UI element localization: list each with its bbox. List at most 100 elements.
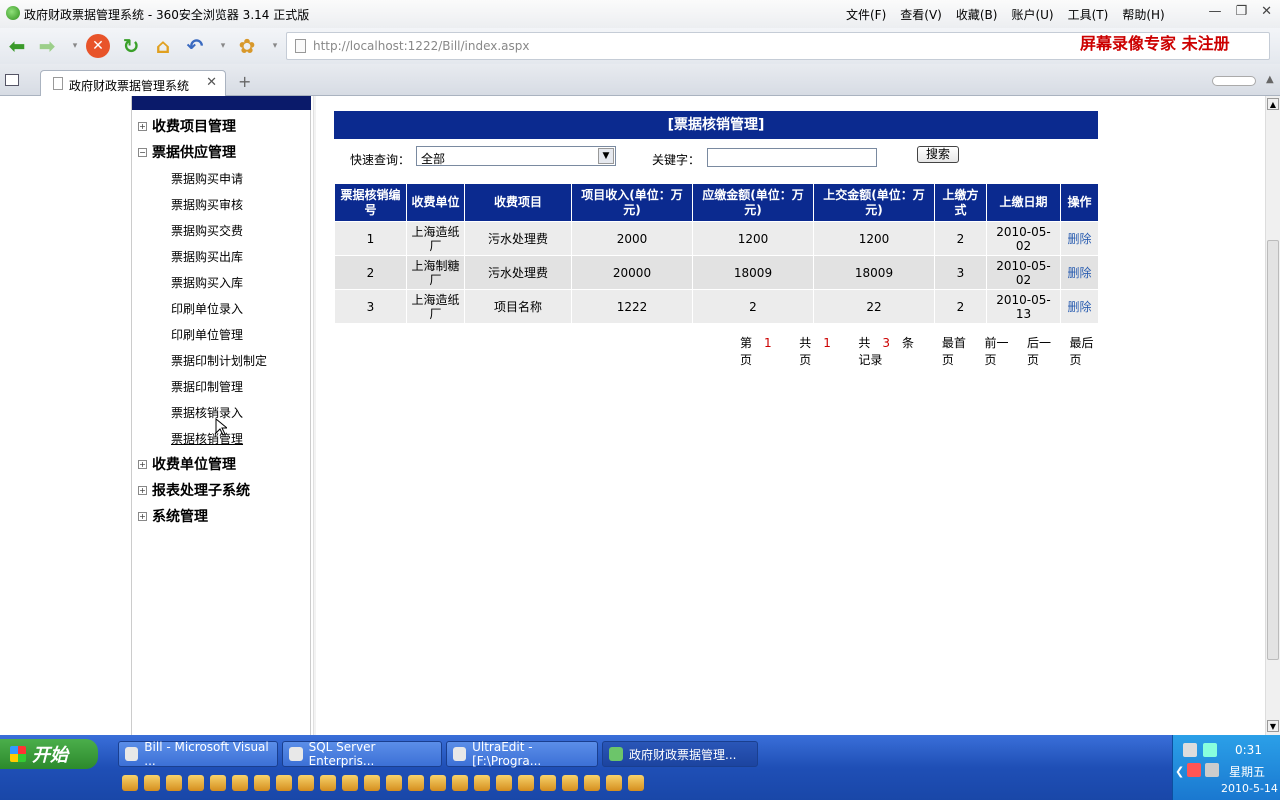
nav-item-purchase-review[interactable]: 票据购买审核 (171, 196, 243, 213)
col-header: 操作 (1060, 183, 1099, 222)
nav-item-purchase-out[interactable]: 票据购买出库 (171, 248, 243, 265)
minimize-icon[interactable]: — (1208, 4, 1221, 19)
table-row: 3 上海造纸厂 项目名称 1222 2 22 2 2010-05-13 删除 (334, 289, 1099, 324)
first-page-link[interactable]: 最首页 (942, 334, 973, 368)
close-tab-icon[interactable]: ✕ (206, 75, 217, 90)
quicklaunch-icon[interactable] (320, 775, 336, 791)
quick-search-select[interactable]: 全部 ▼ (416, 146, 616, 166)
quicklaunch-icon[interactable] (452, 775, 468, 791)
quicklaunch-icon[interactable] (540, 775, 556, 791)
tab-label: 政府财政票据管理系统 (69, 79, 190, 93)
paw-dropdown-icon[interactable]: ▾ (262, 33, 288, 59)
scroll-up-icon[interactable]: ▲ (1267, 98, 1279, 110)
nav-item-writeoff-manage[interactable]: 票据核销管理 (171, 430, 243, 447)
quicklaunch-icon[interactable] (210, 775, 226, 791)
quicklaunch-icon[interactable] (342, 775, 358, 791)
maximize-icon[interactable]: ❐ (1235, 4, 1247, 19)
quicklaunch-icon[interactable] (254, 775, 270, 791)
back-icon[interactable]: ⬅ (4, 33, 30, 59)
home-icon[interactable]: ⌂ (150, 33, 176, 59)
prev-page-link[interactable]: 前一页 (984, 334, 1015, 368)
next-page-link[interactable]: 后一页 (1027, 334, 1058, 368)
nav-item-purchase-pay[interactable]: 票据购买交费 (171, 222, 243, 239)
menu-account[interactable]: 账户(U) (1011, 6, 1053, 23)
sidebar-toggle-icon[interactable] (5, 74, 19, 86)
tab-scroll-icon[interactable]: ▲ (1266, 74, 1274, 85)
start-button[interactable]: 开始 (0, 739, 98, 769)
network-icon[interactable] (1183, 743, 1197, 757)
quicklaunch-icon[interactable] (474, 775, 490, 791)
keyword-input[interactable] (707, 148, 877, 167)
nav-item-print-plan[interactable]: 票据印制计划制定 (171, 352, 267, 369)
quicklaunch-icon[interactable] (628, 775, 644, 791)
nav-group-reports[interactable]: + 报表处理子系统 (138, 480, 250, 500)
nav-item-printer-manage[interactable]: 印刷单位管理 (171, 326, 243, 343)
clock-weekday: 星期五 (1229, 765, 1266, 779)
menu-view[interactable]: 查看(V) (900, 6, 942, 23)
quicklaunch-icon[interactable] (606, 775, 622, 791)
refresh-icon[interactable]: ↻ (118, 33, 144, 59)
nav-group-bill-supply[interactable]: − 票据供应管理 (138, 142, 236, 162)
quicklaunch-icon[interactable] (584, 775, 600, 791)
tray-app-icon[interactable] (1205, 763, 1219, 777)
menu-tools[interactable]: 工具(T) (1068, 6, 1109, 23)
quicklaunch-icon[interactable] (364, 775, 380, 791)
scroll-down-icon[interactable]: ▼ (1267, 720, 1279, 732)
clock-time[interactable]: 0:31 (1235, 743, 1262, 757)
stop-icon[interactable]: ✕ (86, 34, 110, 58)
close-window-icon[interactable]: ✕ (1261, 4, 1272, 19)
delete-link[interactable]: 删除 (1067, 300, 1091, 314)
task-visual-studio[interactable]: Bill - Microsoft Visual ... (118, 740, 278, 768)
undo-dropdown-icon[interactable]: ▾ (210, 33, 236, 59)
nav-group-fee-units[interactable]: + 收费单位管理 (138, 454, 236, 474)
quicklaunch-icon[interactable] (518, 775, 534, 791)
quicklaunch-icon[interactable] (386, 775, 402, 791)
nav-item-print-manage[interactable]: 票据印制管理 (171, 378, 243, 395)
quicklaunch-icon[interactable] (166, 775, 182, 791)
delete-link[interactable]: 删除 (1067, 232, 1091, 246)
quicklaunch-icon[interactable] (144, 775, 160, 791)
menu-file[interactable]: 文件(F) (846, 6, 886, 23)
menu-favorites[interactable]: 收藏(B) (956, 6, 998, 23)
quicklaunch-icon[interactable] (562, 775, 578, 791)
volume-icon[interactable] (1203, 743, 1217, 757)
task-browser[interactable]: 政府财政票据管理... (602, 741, 758, 767)
vertical-scrollbar[interactable]: ▲ ▼ (1265, 96, 1280, 735)
quicklaunch-icon[interactable] (408, 775, 424, 791)
quicklaunch-icon[interactable] (122, 775, 138, 791)
quicklaunch-icon[interactable] (276, 775, 292, 791)
last-page-link[interactable]: 最后页 (1070, 334, 1101, 368)
tab-scroll-handle[interactable] (1212, 76, 1256, 86)
tray-app-icon[interactable] (1187, 763, 1201, 777)
window-controls: — ❐ ✕ (1208, 4, 1272, 19)
new-tab-icon[interactable]: + (238, 72, 251, 91)
history-dropdown-icon[interactable]: ▾ (62, 33, 88, 59)
chevron-down-icon[interactable]: ▼ (598, 148, 614, 164)
search-button[interactable]: 搜索 (917, 146, 959, 163)
nav-group-fee-items[interactable]: + 收费项目管理 (138, 116, 236, 136)
cell-due: 18009 (692, 255, 814, 290)
nav-group-system[interactable]: + 系统管理 (138, 506, 208, 526)
page-icon (295, 39, 306, 53)
quicklaunch-icon[interactable] (298, 775, 314, 791)
tab-main[interactable]: 政府财政票据管理系统 ✕ (40, 70, 226, 96)
undo-close-icon[interactable]: ↶ (182, 33, 208, 59)
paw-icon[interactable]: ✿ (234, 33, 260, 59)
scroll-thumb[interactable] (1267, 240, 1279, 660)
delete-link[interactable]: 删除 (1067, 266, 1091, 280)
forward-icon[interactable]: ➡ (34, 33, 60, 59)
cell-method: 2 (934, 221, 987, 256)
quicklaunch-icon[interactable] (430, 775, 446, 791)
nav-item-purchase-in[interactable]: 票据购买入库 (171, 274, 243, 291)
task-ultraedit[interactable]: UltraEdit - [F:\Progra... (446, 740, 598, 768)
tray-expand-icon[interactable]: ❮ (1175, 765, 1184, 778)
quicklaunch-icon[interactable] (188, 775, 204, 791)
quicklaunch-icon[interactable] (232, 775, 248, 791)
frame-divider[interactable] (313, 96, 316, 735)
menu-help[interactable]: 帮助(H) (1122, 6, 1164, 23)
nav-item-purchase-apply[interactable]: 票据购买申请 (171, 170, 243, 187)
quicklaunch-icon[interactable] (496, 775, 512, 791)
nav-item-writeoff-entry[interactable]: 票据核销录入 (171, 404, 243, 421)
task-sql-server[interactable]: SQL Server Enterpris... (282, 740, 442, 768)
nav-item-printer-entry[interactable]: 印刷单位录入 (171, 300, 243, 317)
